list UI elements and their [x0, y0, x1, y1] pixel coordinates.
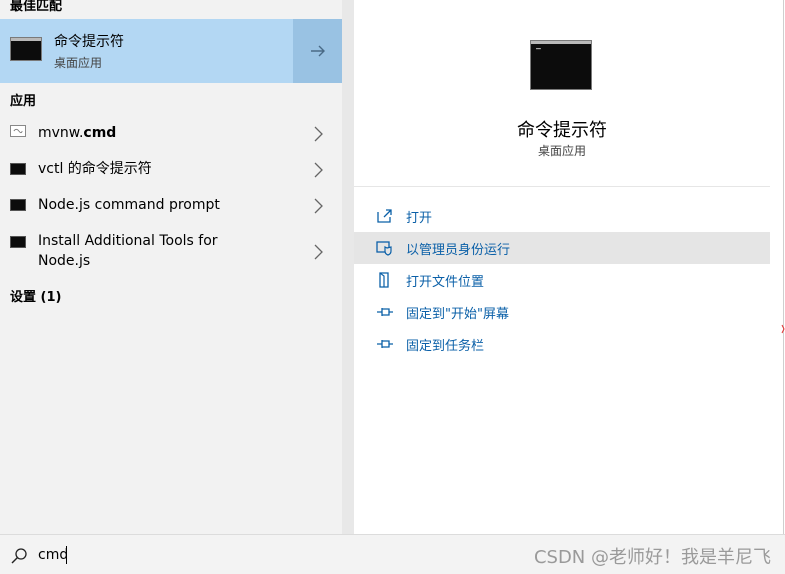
script-file-icon [10, 125, 26, 137]
action-run-as-admin[interactable]: 以管理员身份运行 [354, 232, 770, 264]
action-pin-to-taskbar[interactable]: 固定到任务栏 [354, 328, 770, 360]
results-panel: 最佳匹配 命令提示符 桌面应用 应用 mvnw.cmd vctl 的命令提示符 … [0, 0, 342, 534]
apps-heading: 应用 [10, 94, 37, 109]
watermark: CSDN @老师好！我是羊尼飞 [533, 547, 771, 568]
settings-heading[interactable]: 设置 (1) [10, 286, 61, 305]
list-item-label: vctl 的命令提示符 [38, 161, 152, 177]
run-as-admin-icon [376, 241, 392, 256]
list-item-vctl[interactable]: vctl 的命令提示符 [0, 154, 342, 186]
detail-subtitle: 桌面应用 [537, 144, 586, 158]
list-item-label-line2: Node.js [38, 253, 91, 269]
cmd-icon [10, 37, 42, 61]
action-pin-to-start[interactable]: 固定到"开始"屏幕 [354, 296, 770, 328]
search-input[interactable] [38, 545, 338, 565]
action-open[interactable]: 打开 [354, 200, 770, 232]
action-label: 打开 [406, 211, 433, 226]
search-icon [11, 548, 27, 564]
pin-icon [377, 340, 393, 348]
list-item-install-tools[interactable]: Install Additional Tools for Node.js [0, 228, 342, 274]
action-open-file-location[interactable]: 打开文件位置 [354, 264, 770, 296]
action-label: 固定到"开始"屏幕 [406, 307, 509, 322]
chevron-right-icon [314, 244, 323, 260]
list-item-mvnw-cmd[interactable]: mvnw.cmd [0, 118, 342, 150]
search-bar[interactable]: CSDN @老师好！我是羊尼飞 [0, 534, 785, 574]
arrow-right-icon [310, 45, 325, 57]
best-match-heading: 最佳匹配 [10, 0, 63, 14]
list-item-label: mvnw.cmd [38, 125, 117, 141]
file-location-icon [379, 272, 389, 288]
action-label: 以管理员身份运行 [406, 243, 511, 258]
red-mark [781, 324, 785, 334]
panel-gap [342, 0, 354, 534]
action-label: 打开文件位置 [406, 275, 485, 290]
best-match-item[interactable]: 命令提示符 桌面应用 [0, 19, 293, 83]
cmd-icon [10, 163, 26, 175]
best-match-title: 命令提示符 [54, 34, 124, 50]
chevron-right-icon [314, 126, 323, 142]
text-caret [66, 546, 67, 564]
action-label: 固定到任务栏 [406, 339, 485, 354]
cmd-icon [530, 40, 592, 90]
best-match-expand-button[interactable] [293, 19, 342, 83]
list-item-label: Node.js command prompt [38, 197, 220, 213]
chevron-right-icon [314, 198, 323, 214]
list-item-nodejs-prompt[interactable]: Node.js command prompt [0, 190, 342, 222]
window-border [783, 0, 784, 534]
open-icon [377, 209, 392, 223]
divider [354, 186, 770, 187]
list-item-label-line1: Install Additional Tools for [38, 233, 218, 249]
pin-icon [377, 308, 393, 316]
detail-title: 命令提示符 [517, 120, 607, 141]
best-match-subtitle: 桌面应用 [54, 56, 103, 70]
cmd-icon [10, 236, 26, 248]
cmd-icon [10, 199, 26, 211]
chevron-right-icon [314, 162, 323, 178]
